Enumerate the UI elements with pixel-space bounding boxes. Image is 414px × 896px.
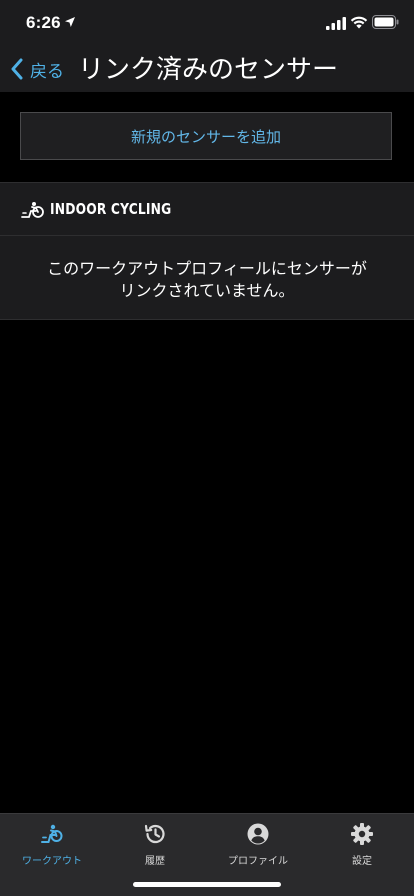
location-arrow-icon [65, 17, 75, 27]
back-label: 戻る [30, 61, 64, 82]
tab-profile[interactable]: プロファイル [218, 820, 298, 870]
bike-icon [21, 202, 44, 218]
section-title: INDOOR CYCLING [50, 200, 172, 218]
status-time: 6:26 [26, 13, 61, 32]
tab-workout-label: ワークアウト [22, 856, 82, 867]
add-sensor-button[interactable]: 新規のセンサーを追加 [20, 112, 392, 160]
profile-icon [247, 823, 269, 845]
tab-settings-label: 設定 [352, 856, 372, 867]
wifi-icon [350, 16, 368, 29]
tab-profile-label: プロファイル [228, 856, 288, 867]
main-content: 新規のセンサーを追加 INDOOR CYCLING このワークアウトプロフィール… [0, 92, 414, 813]
tab-history[interactable]: 履歴 [115, 820, 195, 870]
section-header-indoor-cycling: INDOOR CYCLING [0, 182, 414, 236]
chevron-left-icon [11, 58, 23, 80]
tab-history-label: 履歴 [145, 856, 165, 867]
home-indicator [133, 882, 281, 887]
bike-icon [41, 824, 63, 843]
tab-settings[interactable]: 設定 [322, 820, 402, 870]
back-button[interactable]: 戻る [10, 54, 64, 84]
tab-bar: ワークアウト 履歴 プロファイル 設定 [0, 813, 414, 896]
status-bar: 6:26 [0, 0, 414, 46]
tab-workout[interactable]: ワークアウト [12, 820, 92, 870]
gear-icon [351, 823, 373, 845]
cellular-signal-icon [326, 17, 346, 30]
page-title: リンク済みのセンサー [78, 55, 339, 85]
battery-icon [372, 15, 399, 29]
empty-sensor-list: このワークアウトプロフィールにセンサーがリンクされていません。 [0, 236, 414, 320]
empty-message: このワークアウトプロフィールにセンサーがリンクされていません。 [47, 259, 367, 300]
history-icon [144, 824, 165, 844]
navigation-bar: 戻る リンク済みのセンサー [0, 46, 414, 92]
